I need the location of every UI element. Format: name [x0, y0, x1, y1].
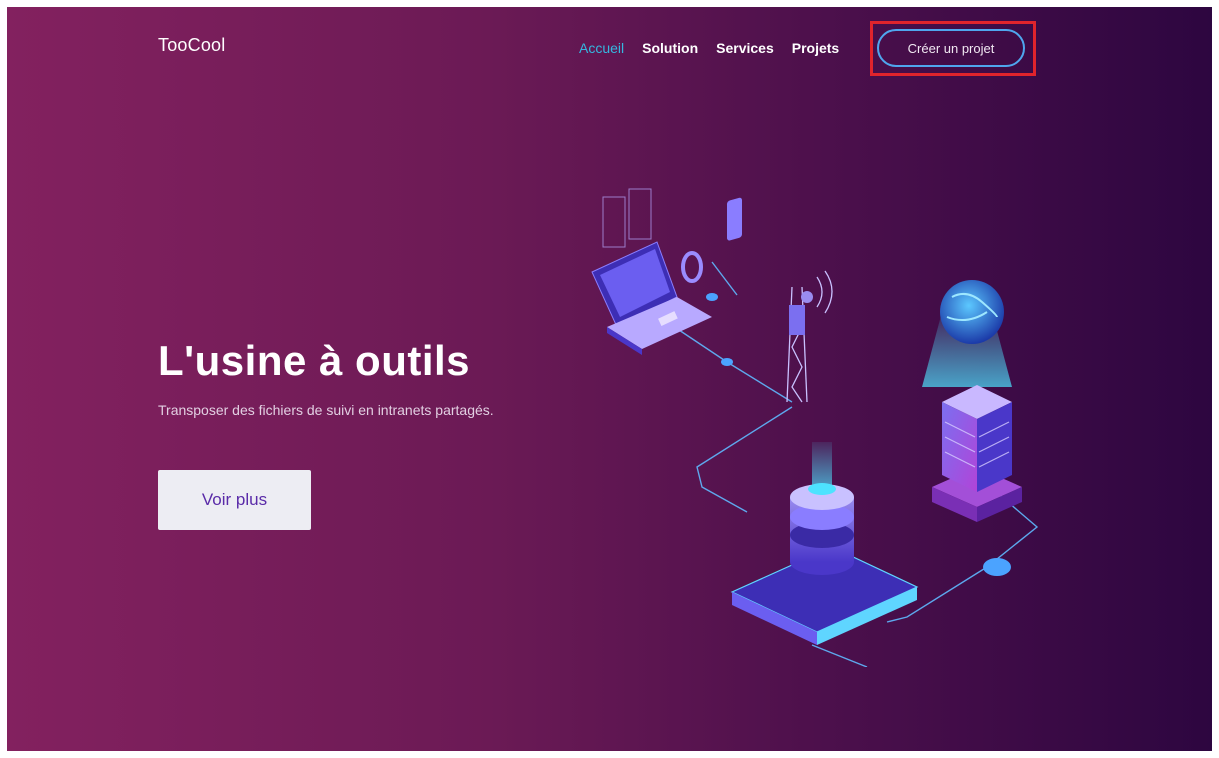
hero-subtitle: Transposer des fichiers de suivi en intr… [158, 402, 494, 418]
watch-icon [681, 251, 703, 283]
see-more-button[interactable]: Voir plus [158, 470, 311, 530]
nav-item-services[interactable]: Services [716, 40, 774, 56]
laptop-icon [591, 241, 712, 355]
antenna-tower-icon [786, 270, 833, 403]
main-nav: Accueil Solution Services Projets [579, 40, 839, 56]
globe-icon [922, 280, 1012, 387]
nav-item-projets[interactable]: Projets [792, 40, 839, 56]
create-project-button[interactable]: Créer un projet [877, 29, 1025, 67]
phone-icon [727, 197, 742, 241]
hero-title: L'usine à outils [158, 337, 471, 384]
database-stack-icon [730, 442, 919, 645]
nav-item-accueil[interactable]: Accueil [579, 40, 624, 56]
data-panels [602, 188, 652, 248]
server-building-icon [932, 385, 1022, 522]
isometric-network-illustration [591, 188, 1039, 667]
site-logo[interactable]: TooCool [158, 35, 225, 56]
nav-item-solution[interactable]: Solution [642, 40, 698, 56]
hero-section: TooCool Accueil Solution Services Projet… [7, 7, 1212, 751]
